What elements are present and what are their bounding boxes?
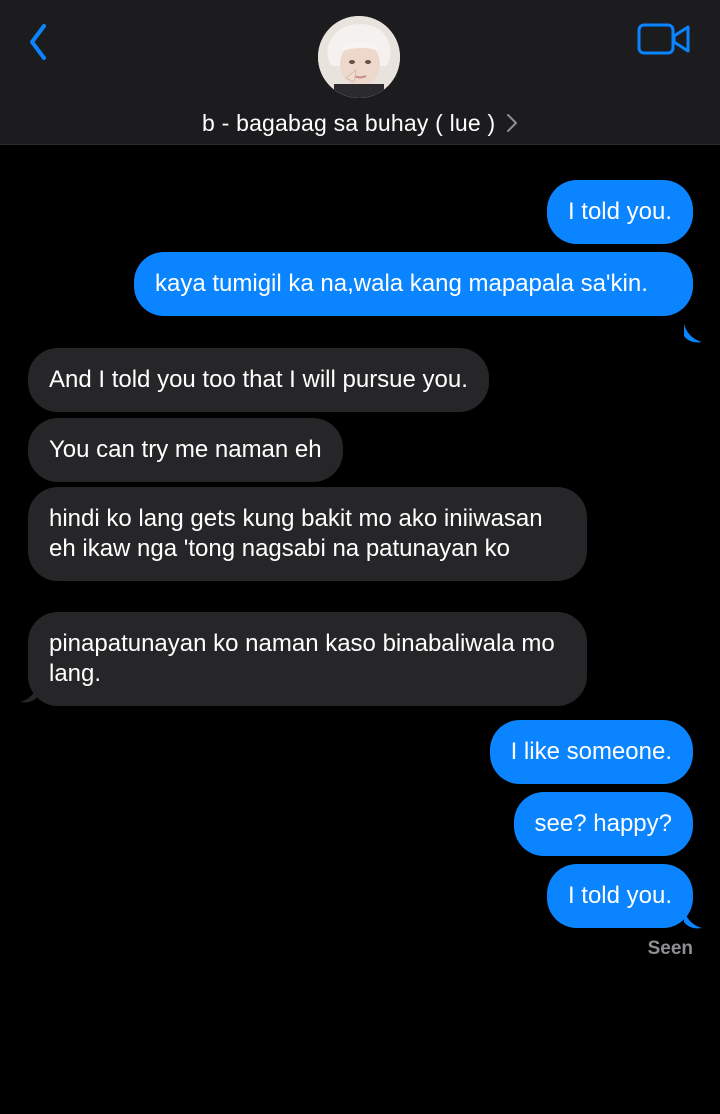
contact-name-button[interactable]: b - bagabag sa buhay ( lue ) xyxy=(0,108,720,140)
message-bubble-sent[interactable]: I like someone. xyxy=(489,720,693,784)
message-bubble-sent[interactable]: see? happy? xyxy=(513,792,693,856)
message-text: I told you. xyxy=(567,882,672,909)
message-text: And I told you too that I will pursue yo… xyxy=(49,366,468,393)
message-bubble-received[interactable]: hindi ko lang gets kung bakit mo ako ini… xyxy=(28,487,587,581)
back-button[interactable] xyxy=(22,20,62,64)
sent-bubble-tail xyxy=(684,324,702,343)
video-call-button[interactable] xyxy=(636,20,692,60)
messages-screen: b - bagabag sa buhay ( lue ) I told you.… xyxy=(0,0,720,1114)
conversation-header: b - bagabag sa buhay ( lue ) xyxy=(0,0,720,145)
sent-bubble-tail xyxy=(684,910,702,929)
chevron-left-icon xyxy=(30,24,46,60)
message-text: I like someone. xyxy=(510,738,672,765)
chevron-right-icon xyxy=(506,110,518,140)
message-text: hindi ko lang gets kung bakit mo ako ini… xyxy=(49,505,543,562)
message-text: see? happy? xyxy=(534,810,672,837)
message-bubble-sent[interactable]: I told you. xyxy=(546,864,693,928)
message-text: pinapatunayan ko naman kaso binabaliwala… xyxy=(49,630,555,687)
received-bubble-tail xyxy=(20,684,38,703)
message-bubble-sent[interactable]: kaya tumigil ka na,wala kang mapapala sa… xyxy=(134,252,693,316)
video-camera-icon xyxy=(637,23,690,55)
message-text: You can try me naman eh xyxy=(49,436,322,463)
message-bubble-received[interactable]: pinapatunayan ko naman kaso binabaliwala… xyxy=(28,612,587,706)
avatar-photo xyxy=(318,16,400,98)
message-bubble-received[interactable]: You can try me naman eh xyxy=(28,418,343,482)
message-bubble-sent[interactable]: I told you. xyxy=(546,180,693,244)
message-bubble-received[interactable]: And I told you too that I will pursue yo… xyxy=(28,348,489,412)
read-receipt: Seen xyxy=(647,938,693,959)
message-text: I told you. xyxy=(567,198,672,225)
contact-avatar[interactable] xyxy=(318,16,400,98)
message-text: kaya tumigil ka na,wala kang mapapala sa… xyxy=(155,270,648,297)
contact-name-label: b - bagabag sa buhay ( lue ) xyxy=(202,110,496,136)
